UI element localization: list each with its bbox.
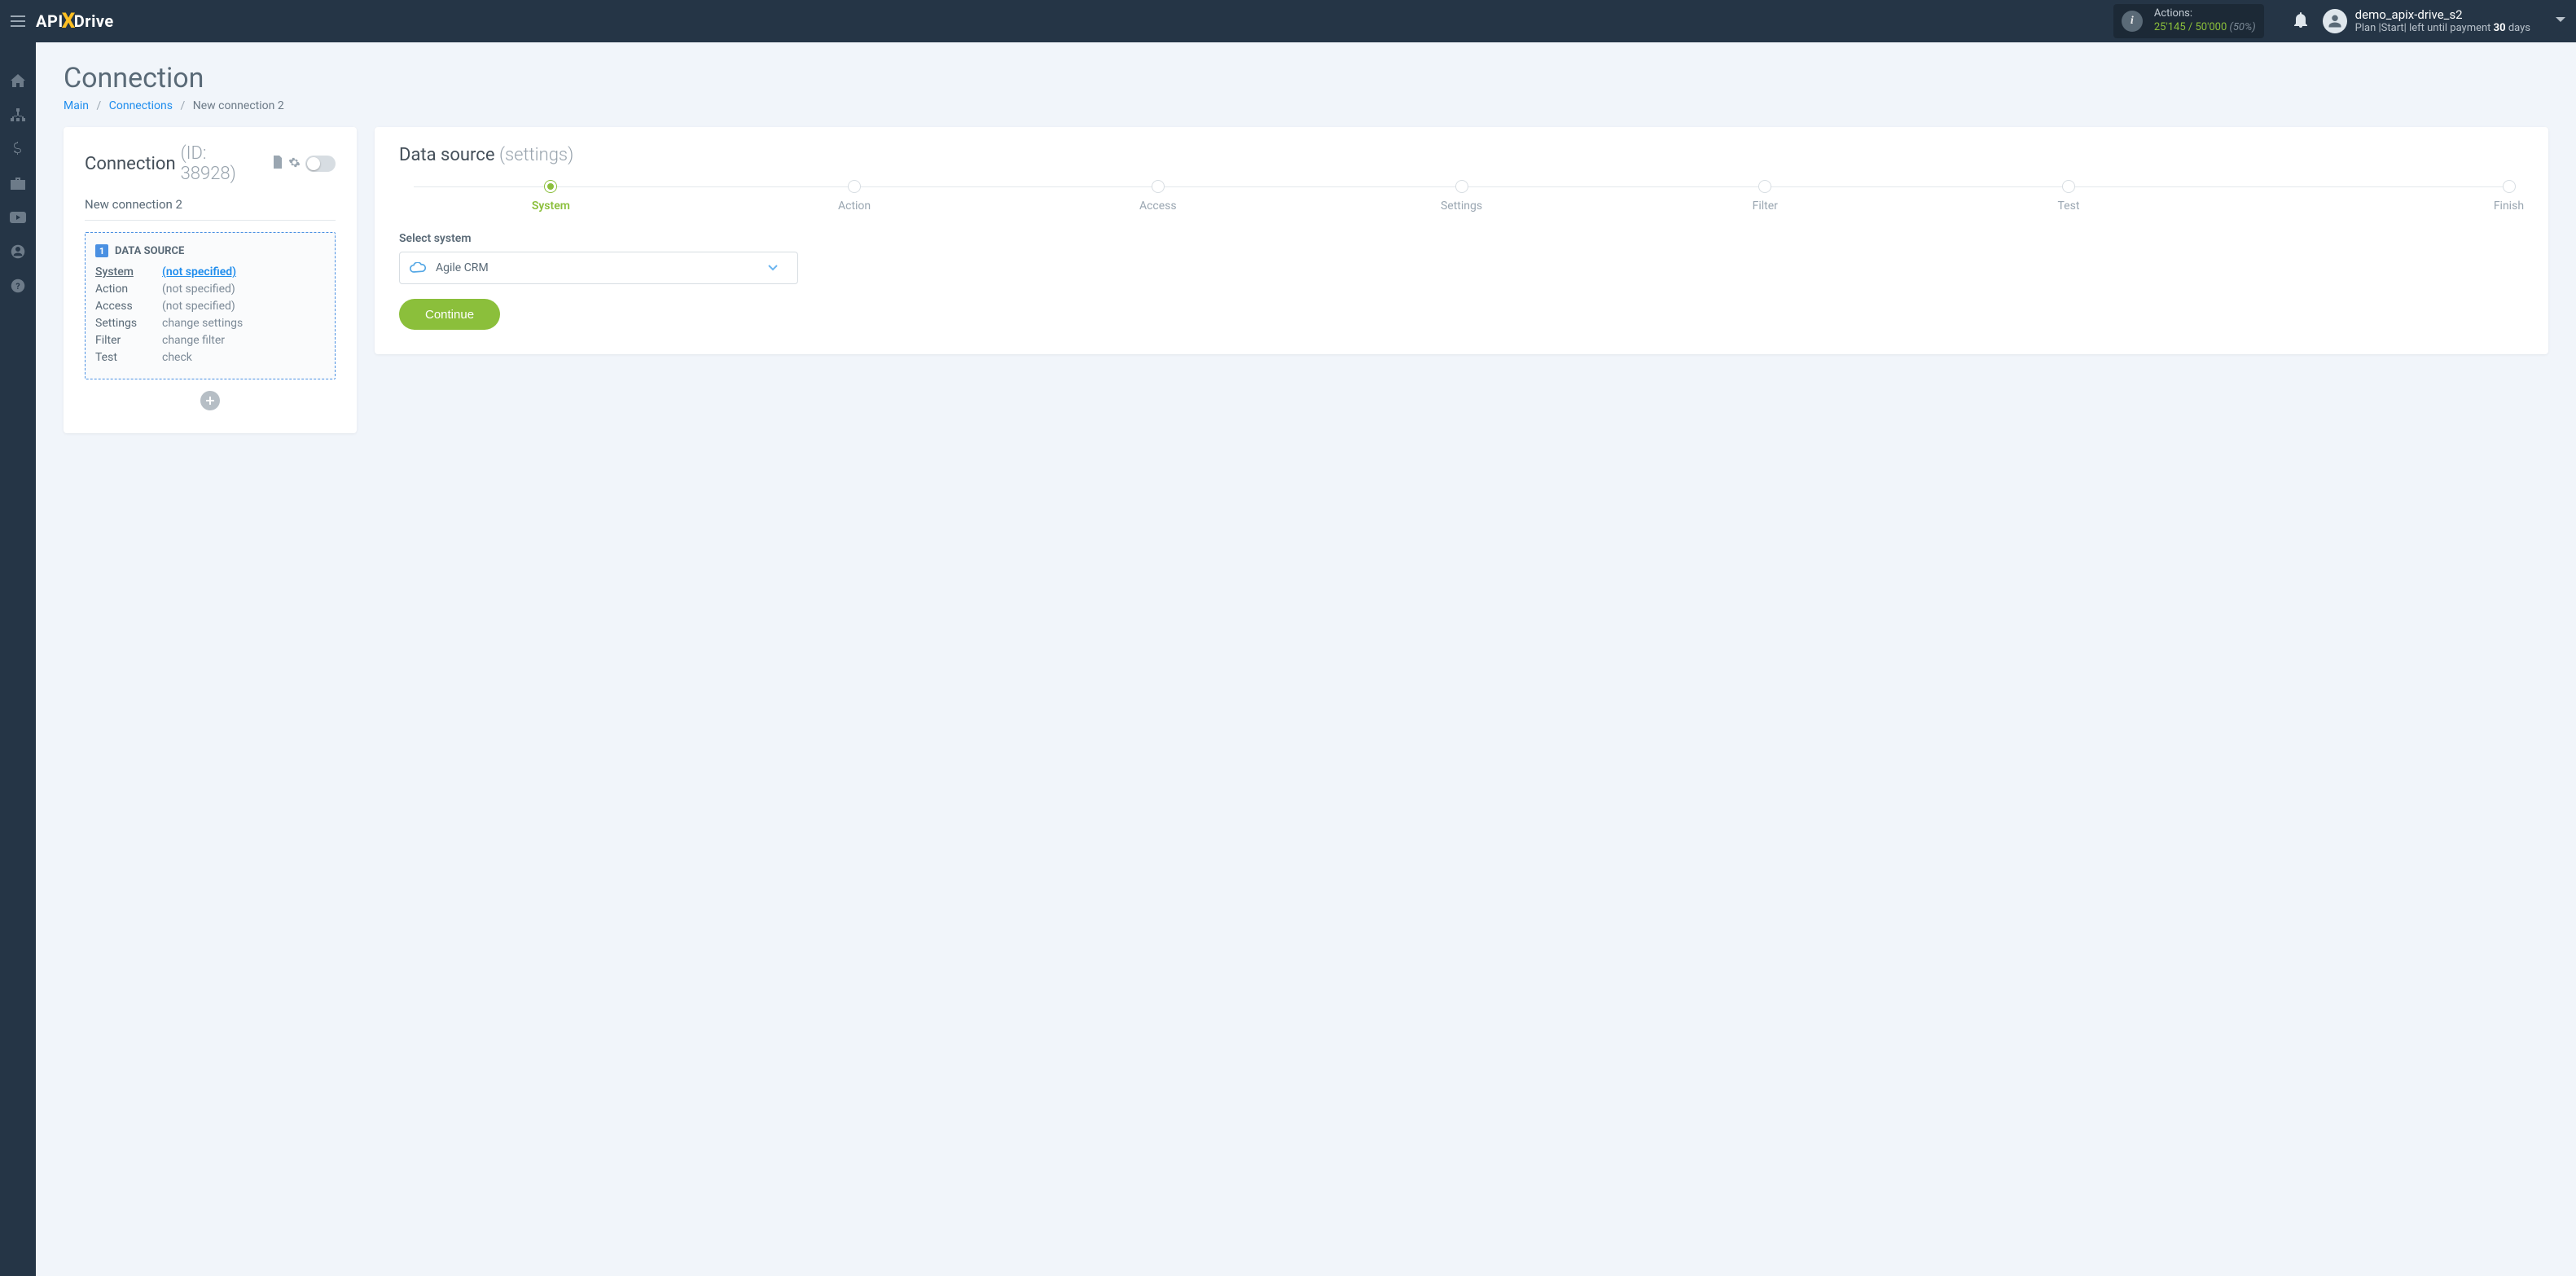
ds-filter-value: change filter xyxy=(162,334,325,347)
ds-system-label: System xyxy=(95,265,162,278)
data-source-heading: DATA SOURCE xyxy=(115,245,184,257)
actions-pill[interactable]: i Actions: 25'145 / 50'000 (50%) xyxy=(2113,4,2264,38)
system-select-value: Agile CRM xyxy=(436,261,768,274)
menu-icon xyxy=(11,15,25,27)
ds-access-label: Access xyxy=(95,300,162,313)
breadcrumb: Main / Connections / New connection 2 xyxy=(64,99,2548,112)
svg-text:?: ? xyxy=(15,281,20,292)
ds-access-value: (not specified) xyxy=(162,300,325,313)
conn-card-id: (ID: 38928) xyxy=(181,143,264,184)
ds-filter-label: Filter xyxy=(95,334,162,347)
user-menu[interactable]: demo_apix-drive_s2 Plan |Start| left unt… xyxy=(2323,7,2566,36)
logo-text-api: API xyxy=(36,11,64,31)
ds-test-label: Test xyxy=(95,351,162,364)
nav-billing[interactable] xyxy=(0,132,36,166)
settings-button[interactable] xyxy=(288,156,301,172)
page-title: Connection xyxy=(64,62,2548,94)
connection-toggle[interactable] xyxy=(305,156,336,172)
data-source-badge: 1 xyxy=(95,244,108,257)
ds-system-value[interactable]: (not specified) xyxy=(162,265,325,278)
step-action[interactable]: Action xyxy=(703,180,1007,213)
nav-videos[interactable] xyxy=(0,200,36,235)
actions-percent: (50%) xyxy=(2230,21,2256,33)
data-source-box[interactable]: 1 DATA SOURCE System (not specified) Act… xyxy=(85,232,336,379)
ds-settings-value: change settings xyxy=(162,317,325,330)
chevron-down-icon xyxy=(768,265,778,271)
select-caret xyxy=(768,261,788,274)
right-card-title: Data source (settings) xyxy=(399,145,2524,165)
question-icon: ? xyxy=(11,278,25,293)
main-content: Connection Main / Connections / New conn… xyxy=(36,42,2576,1276)
home-icon xyxy=(11,74,25,87)
conn-card-title: Connection xyxy=(85,154,176,174)
actions-label: Actions: xyxy=(2154,7,2256,21)
plus-icon xyxy=(206,397,214,405)
actions-total: / 50'000 xyxy=(2188,21,2227,33)
step-system[interactable]: System xyxy=(399,180,703,213)
ds-action-value: (not specified) xyxy=(162,283,325,296)
top-header: API X Drive i Actions: 25'145 / 50'000 (… xyxy=(0,0,2576,42)
logo-text-drive: Drive xyxy=(74,11,114,31)
cloud-icon xyxy=(410,262,426,274)
nav-help[interactable]: ? xyxy=(0,269,36,303)
user-plan: Plan |Start| left until payment 30 days xyxy=(2355,22,2530,35)
nav-connections[interactable] xyxy=(0,98,36,132)
actions-used: 25'145 xyxy=(2154,21,2186,33)
menu-toggle[interactable] xyxy=(0,0,36,42)
user-circle-icon xyxy=(11,244,25,259)
bell-icon xyxy=(2293,11,2308,28)
dollar-icon xyxy=(13,142,23,156)
step-filter[interactable]: Filter xyxy=(1613,180,1917,213)
chevron-down-icon xyxy=(2555,16,2566,24)
breadcrumb-main[interactable]: Main xyxy=(64,99,89,112)
step-access[interactable]: Access xyxy=(1006,180,1310,213)
notifications-button[interactable] xyxy=(2293,11,2308,31)
copy-button[interactable] xyxy=(272,156,283,172)
nav-home[interactable] xyxy=(0,64,36,98)
user-icon xyxy=(2328,14,2342,29)
user-menu-caret xyxy=(2555,15,2566,28)
sitemap-icon xyxy=(11,108,25,121)
logo-text-x: X xyxy=(62,9,76,33)
avatar xyxy=(2323,9,2347,33)
user-name: demo_apix-drive_s2 xyxy=(2355,7,2530,23)
breadcrumb-connections[interactable]: Connections xyxy=(109,99,173,112)
youtube-icon xyxy=(10,212,26,223)
connection-card: Connection (ID: 38928) New connection 2 … xyxy=(64,127,357,433)
logo[interactable]: API X Drive xyxy=(36,9,114,33)
continue-button[interactable]: Continue xyxy=(399,299,500,330)
nav-briefcase[interactable] xyxy=(0,166,36,200)
ds-test-value: check xyxy=(162,351,325,364)
connection-name[interactable]: New connection 2 xyxy=(85,192,336,221)
breadcrumb-current: New connection 2 xyxy=(193,99,284,112)
gear-icon xyxy=(288,156,301,169)
briefcase-icon xyxy=(11,178,25,190)
document-icon xyxy=(272,156,283,169)
select-system-label: Select system xyxy=(399,232,2524,245)
info-icon: i xyxy=(2122,11,2143,32)
step-test[interactable]: Test xyxy=(1917,180,2221,213)
nav-account[interactable] xyxy=(0,235,36,269)
ds-settings-label: Settings xyxy=(95,317,162,330)
step-settings[interactable]: Settings xyxy=(1310,180,1613,213)
data-source-settings-card: Data source (settings) System Action Acc… xyxy=(375,127,2548,354)
stepper: System Action Access Settings Filter Tes… xyxy=(399,180,2524,213)
system-select[interactable]: Agile CRM xyxy=(399,252,798,284)
step-finish[interactable]: Finish xyxy=(2220,180,2524,213)
sidebar: ? xyxy=(0,42,36,1276)
add-block-button[interactable] xyxy=(200,391,220,410)
ds-action-label: Action xyxy=(95,283,162,296)
